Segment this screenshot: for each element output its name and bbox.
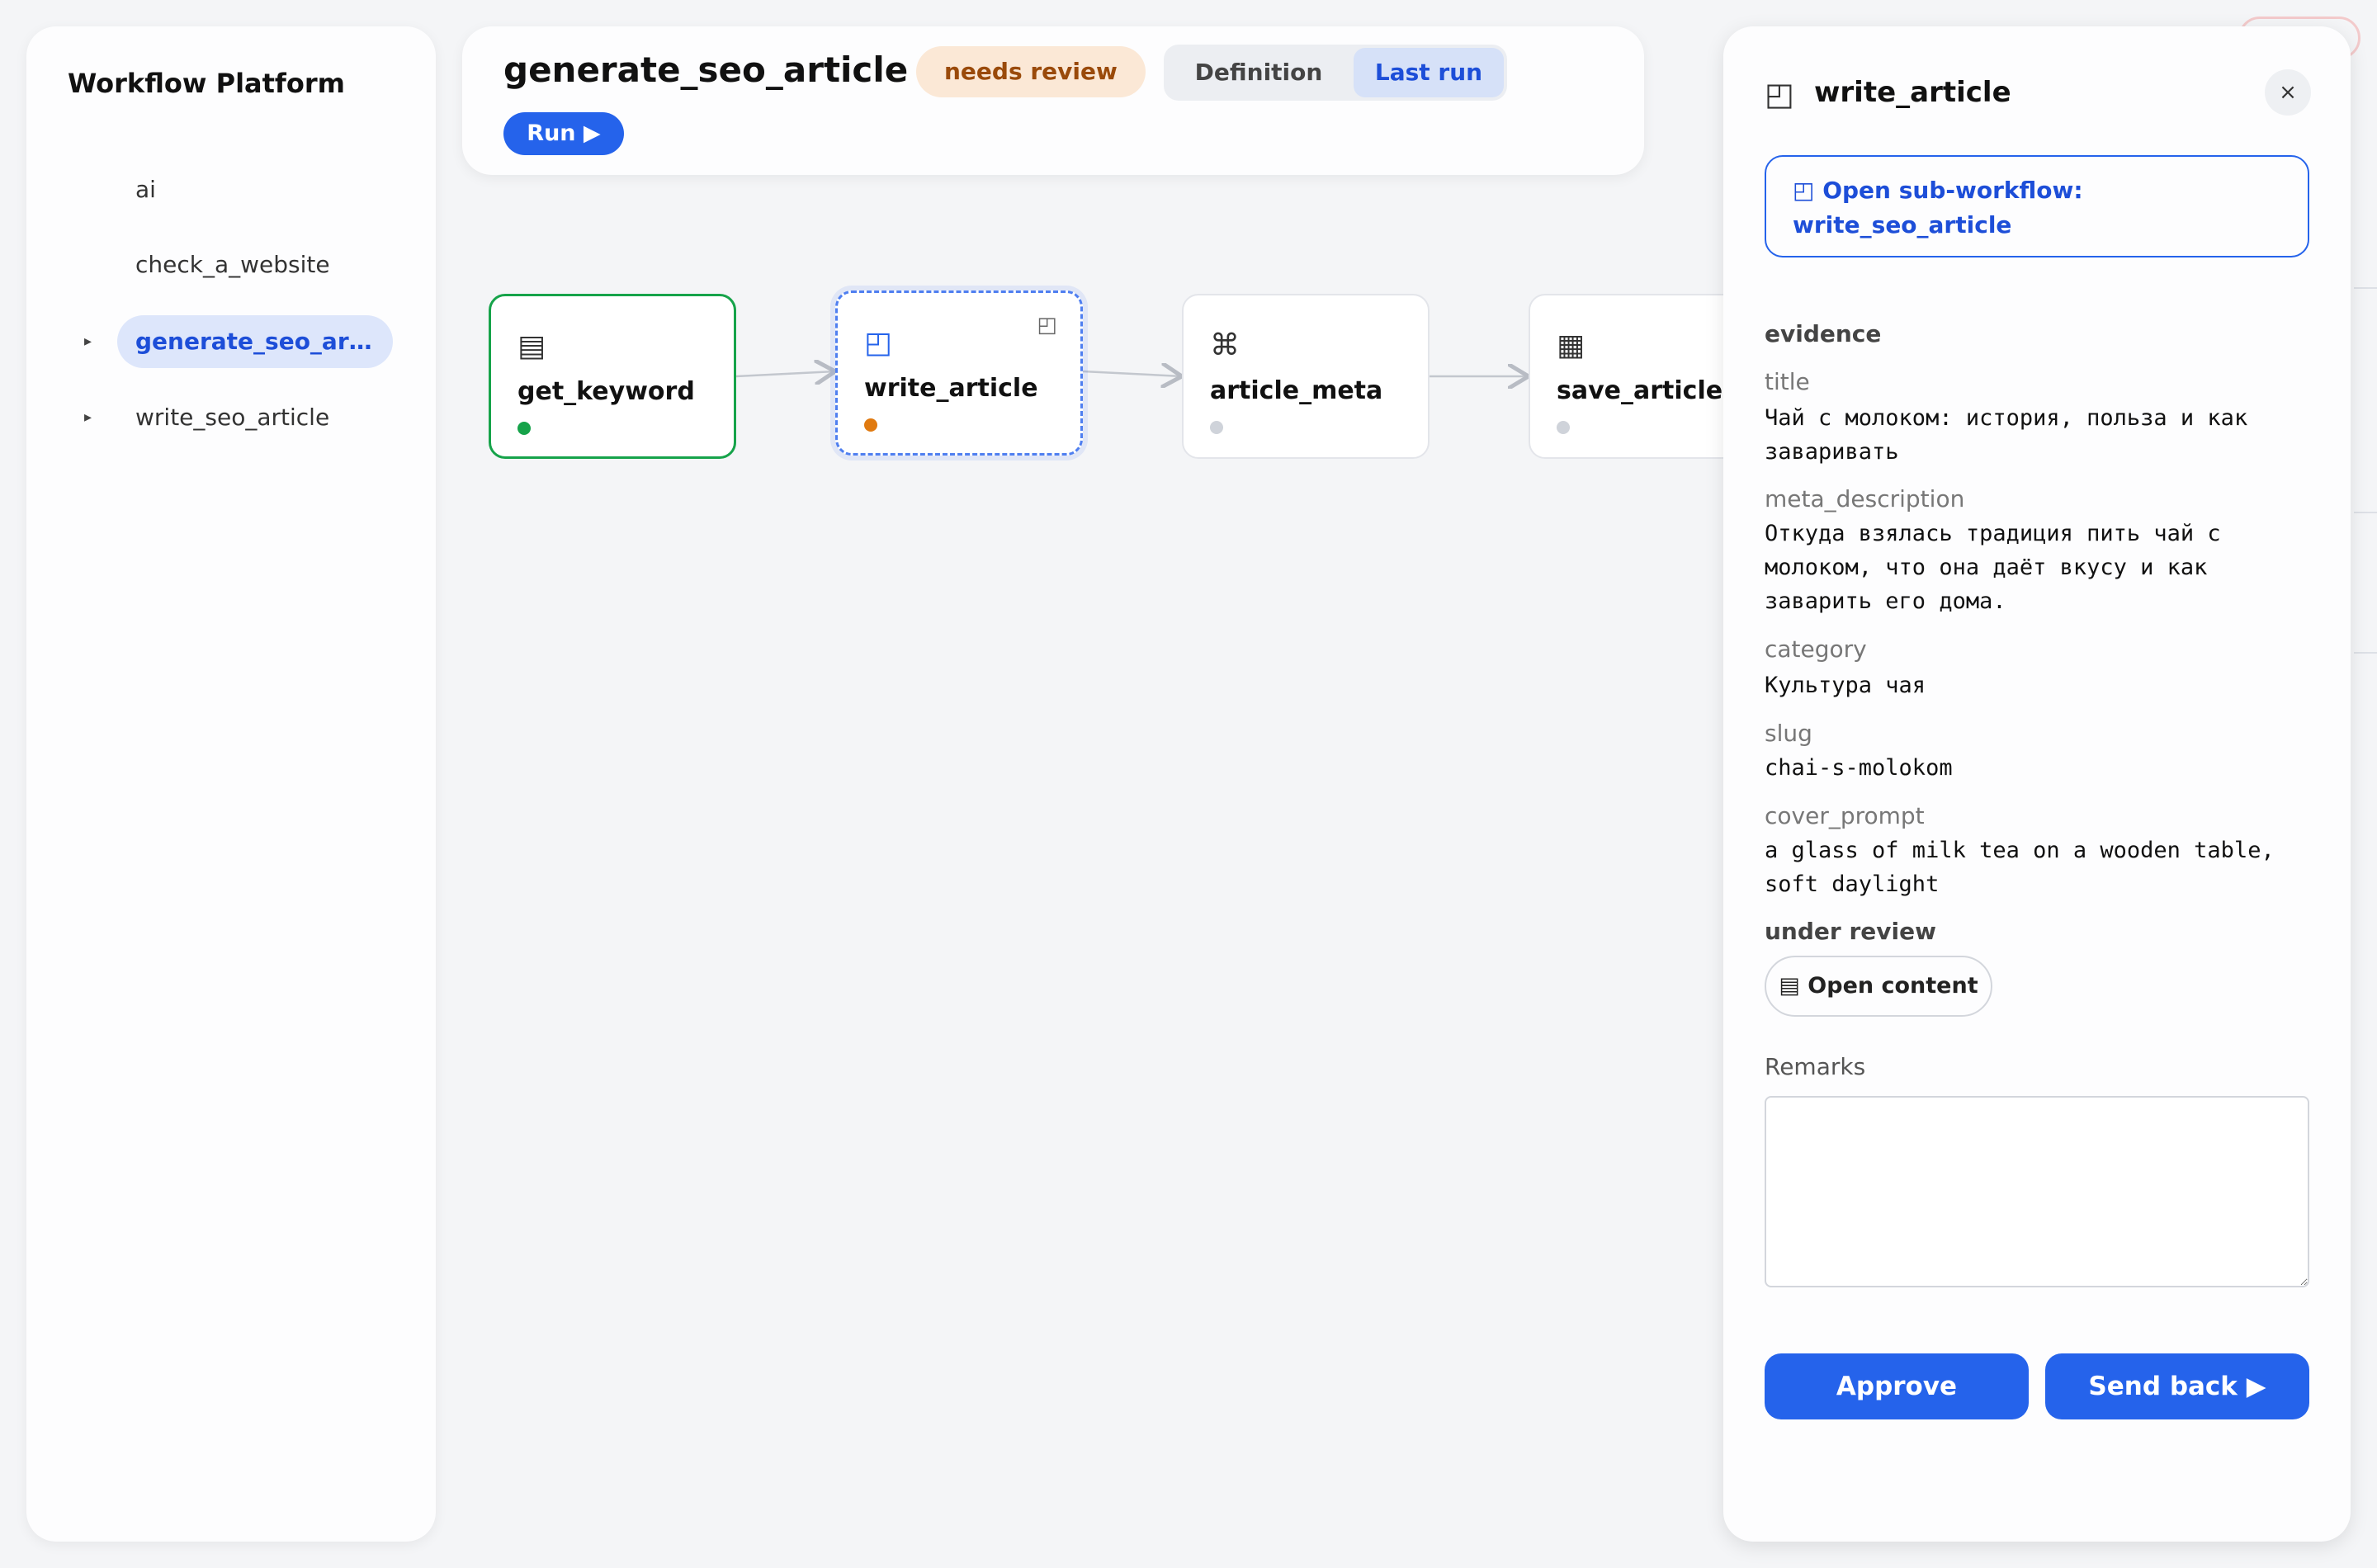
tab-definition[interactable]: Definition [1167, 48, 1350, 97]
field-key-title: title [1765, 368, 1810, 395]
field-value-slug: chai-s-molokom [1765, 755, 1953, 781]
node-write-article[interactable]: ◰ ◰ write_article [835, 290, 1083, 456]
background-line [2354, 512, 2377, 513]
sidebar-item-label: check_a_website [135, 251, 330, 278]
workflow-header: generate_seo_article needs review Defini… [462, 26, 1644, 175]
panel-title: write_article [1814, 76, 2011, 109]
tab-last-run[interactable]: Last run [1354, 48, 1504, 97]
approve-button[interactable]: Approve [1765, 1353, 2029, 1419]
background-line [2354, 287, 2377, 289]
open-sub-workflow-button[interactable]: ◰ Open sub-workflow: write_seo_article [1765, 155, 2309, 257]
remarks-label: Remarks [1765, 1053, 1866, 1080]
edge-get-keyword-write-article [735, 371, 835, 376]
remarks-textarea[interactable] [1765, 1096, 2309, 1287]
list-icon: ▤ [517, 329, 546, 363]
field-key-slug: slug [1765, 720, 1812, 747]
field-key-meta-description: meta_description [1765, 485, 1965, 512]
status-dot-pending [1557, 421, 1570, 434]
app-title: Workflow Platform [68, 68, 345, 99]
status-dot-needs-review [864, 418, 877, 432]
status-dot-pending [1210, 421, 1223, 434]
node-label: get_keyword [517, 377, 695, 406]
field-key-cover-prompt: cover_prompt [1765, 802, 1925, 829]
page-title: generate_seo_article [503, 50, 909, 90]
edge-write-article-article-meta [1082, 371, 1182, 376]
close-icon[interactable]: × [2265, 69, 2311, 116]
background-line [2354, 652, 2377, 654]
sub-workflow-indicator-icon: ◰ [1037, 313, 1057, 338]
status-dot-done [517, 422, 531, 435]
node-label: write_article [864, 374, 1038, 403]
run-button[interactable]: Run ▶ [503, 112, 624, 155]
expand-caret-icon[interactable]: ▸ [84, 333, 92, 350]
sidebar-item-label: write_seo_article [135, 404, 330, 431]
expand-caret-icon[interactable]: ▸ [84, 409, 92, 426]
node-detail-panel: ◰ write_article × ◰ Open sub-workflow: w… [1723, 26, 2351, 1542]
sidebar-item-label: generate_seo_article [117, 315, 393, 368]
field-value-title: Чай с молоком: история, польза и как зав… [1765, 405, 2248, 465]
sub-workflow-icon: ◰ [864, 326, 893, 360]
node-label: save_article [1557, 376, 1723, 405]
node-article-meta[interactable]: ⌘ article_meta [1182, 294, 1430, 459]
status-badge: needs review [916, 46, 1146, 97]
under-review-heading: under review [1765, 918, 1936, 945]
sidebar-item-check-a-website[interactable]: check_a_website [26, 239, 436, 291]
sidebar-item-generate-seo-article[interactable]: ▸ generate_seo_article [26, 315, 436, 368]
field-value-category: Культура чая [1765, 673, 1926, 698]
send-back-button[interactable]: Send back ▶ [2045, 1353, 2309, 1419]
open-content-button[interactable]: ▤ Open content [1765, 956, 1992, 1017]
sidebar: Workflow Platform ai check_a_website ▸ g… [26, 26, 436, 1542]
sub-workflow-icon: ◰ [1765, 76, 1794, 112]
sidebar-item-label: ai [135, 176, 156, 203]
workflow-canvas[interactable]: ▤ get_keyword ◰ ◰ write_article ⌘ articl… [462, 248, 1776, 512]
view-tabs: Definition Last run [1164, 45, 1507, 101]
node-label: article_meta [1210, 376, 1383, 405]
evidence-heading: evidence [1765, 320, 1882, 347]
field-key-category: category [1765, 635, 1867, 663]
field-value-meta-description: Откуда взялась традиция пить чай с молок… [1765, 521, 2221, 614]
node-get-keyword[interactable]: ▤ get_keyword [489, 294, 736, 459]
command-icon: ⌘ [1210, 328, 1240, 362]
sidebar-item-ai[interactable]: ai [26, 163, 436, 216]
field-value-cover-prompt: a glass of milk tea on a wooden table, s… [1765, 838, 2275, 897]
table-icon: ▦ [1557, 328, 1585, 362]
sidebar-item-write-seo-article[interactable]: ▸ write_seo_article [26, 391, 436, 444]
